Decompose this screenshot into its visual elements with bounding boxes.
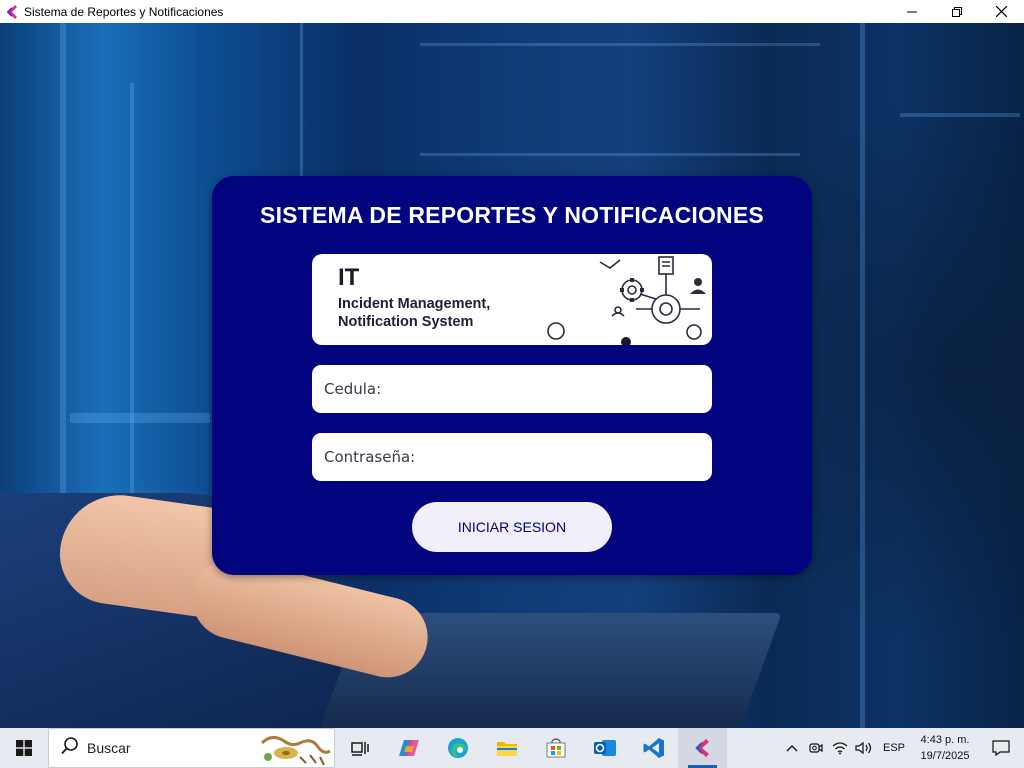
- copilot-icon[interactable]: [384, 728, 433, 768]
- edge-icon[interactable]: [433, 728, 482, 768]
- cedula-input[interactable]: Cedula:: [312, 365, 712, 413]
- clock-date: 19/7/2025: [920, 750, 970, 762]
- it-banner: IT Incident Management, Notification Sys…: [312, 254, 712, 345]
- clock[interactable]: 4:43 p. m. 19/7/2025: [912, 732, 978, 764]
- window-title: Sistema de Reportes y Notificaciones: [24, 4, 224, 19]
- chevron-up-icon[interactable]: [780, 728, 804, 768]
- meet-now-icon[interactable]: [804, 728, 828, 768]
- windows-icon: [16, 740, 32, 756]
- login-panel: SISTEMA DE REPORTES Y NOTIFICACIONES IT …: [212, 176, 812, 575]
- search-placeholder: Buscar: [87, 740, 131, 756]
- vscode-icon[interactable]: [629, 728, 678, 768]
- notifications-icon[interactable]: [978, 728, 1024, 768]
- outlook-icon[interactable]: [580, 728, 629, 768]
- file-explorer-icon[interactable]: [482, 728, 531, 768]
- app-icon: [4, 4, 20, 20]
- window-titlebar: Sistema de Reportes y Notificaciones: [0, 0, 1024, 23]
- app-taskbar-icon[interactable]: [678, 728, 727, 768]
- start-button[interactable]: [0, 728, 48, 768]
- system-tray: ESP 4:43 p. m. 19/7/2025: [780, 728, 1024, 768]
- gears-illustration-icon: [547, 256, 706, 345]
- store-icon[interactable]: [531, 728, 580, 768]
- background-image: SISTEMA DE REPORTES Y NOTIFICACIONES IT …: [0, 23, 1024, 728]
- password-input[interactable]: Contraseña:: [312, 433, 712, 481]
- banner-subtitle-line1: Incident Management,: [338, 296, 491, 312]
- banner-subtitle: Incident Management, Notification System: [338, 295, 490, 331]
- page-title: SISTEMA DE REPORTES Y NOTIFICACIONES: [260, 202, 764, 228]
- task-view-icon[interactable]: [335, 728, 384, 768]
- banner-title: IT: [338, 264, 360, 291]
- login-button[interactable]: INICIAR SESION: [412, 502, 612, 552]
- clock-time: 4:43 p. m.: [920, 734, 970, 746]
- search-icon: [61, 736, 79, 760]
- banner-subtitle-line2: Notification System: [338, 314, 474, 330]
- wifi-icon[interactable]: [828, 728, 852, 768]
- maximize-button[interactable]: [934, 0, 979, 23]
- taskbar-search[interactable]: Buscar: [48, 728, 335, 768]
- close-button[interactable]: [979, 0, 1024, 23]
- search-highlight-icon: [260, 736, 331, 766]
- minimize-button[interactable]: [889, 0, 934, 23]
- volume-icon[interactable]: [852, 728, 876, 768]
- language-indicator[interactable]: ESP: [876, 728, 912, 768]
- taskbar: Buscar ESP 4:43 p. m. 19/7/2025: [0, 728, 1024, 768]
